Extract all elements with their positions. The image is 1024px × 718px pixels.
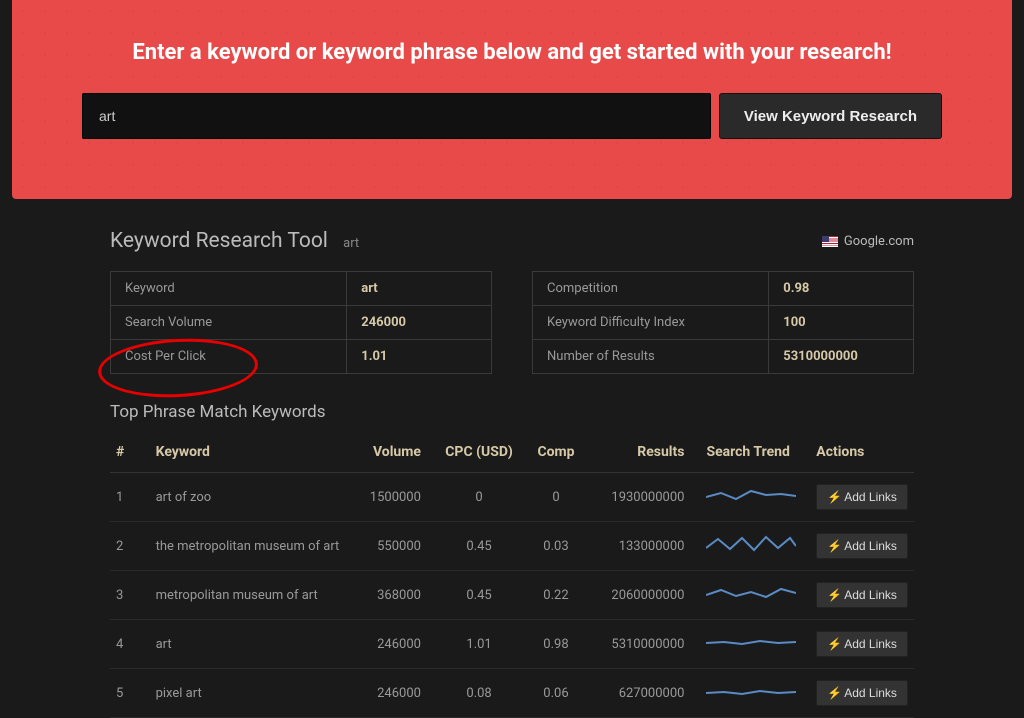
tool-title-keyword: art — [343, 236, 359, 251]
stats-left-table: Keyword art Search Volume 246000 Cost Pe… — [110, 271, 492, 374]
hero-panel: Enter a keyword or keyword phrase below … — [12, 0, 1012, 199]
cell-volume: 1500000 — [357, 473, 437, 522]
bolt-icon: ⚡ — [827, 686, 842, 700]
tool-title-text: Keyword Research Tool — [110, 229, 328, 253]
stat-label-volume: Search Volume — [111, 306, 347, 340]
col-header-cpc: CPC (USD) — [437, 436, 521, 473]
cell-cpc: 0 — [437, 473, 521, 522]
content-area: Keyword Research Tool art Google.com Key… — [0, 199, 1024, 718]
cell-comp: 0.22 — [521, 571, 591, 620]
cell-cpc: 1.01 — [437, 620, 521, 669]
add-links-button[interactable]: ⚡Add Links — [816, 680, 908, 706]
cell-comp: 0.98 — [521, 620, 591, 669]
cell-cpc: 0.08 — [437, 669, 521, 718]
cell-keyword[interactable]: art of zoo — [150, 473, 357, 522]
bolt-icon: ⚡ — [827, 539, 842, 553]
phrase-section-title: Top Phrase Match Keywords — [110, 402, 914, 422]
cell-actions: ⚡Add Links — [810, 473, 914, 522]
cell-actions: ⚡Add Links — [810, 571, 914, 620]
cell-keyword[interactable]: pixel art — [150, 669, 357, 718]
stat-label-competition: Competition — [533, 272, 769, 306]
cell-results: 5310000000 — [591, 620, 701, 669]
search-row: View Keyword Research — [82, 93, 942, 139]
cell-cpc: 0.45 — [437, 522, 521, 571]
cell-keyword[interactable]: metropolitan museum of art — [150, 571, 357, 620]
stat-label-results: Number of Results — [533, 340, 769, 374]
cell-index: 1 — [110, 473, 150, 522]
search-engine-label: Google.com — [822, 234, 914, 249]
col-header-index: # — [110, 436, 150, 473]
cell-comp: 0.03 — [521, 522, 591, 571]
stat-value-cpc: 1.01 — [347, 340, 492, 374]
sparkline-icon — [706, 484, 796, 506]
cell-results: 627000000 — [591, 669, 701, 718]
add-links-button[interactable]: ⚡Add Links — [816, 631, 908, 657]
sparkline-icon — [706, 680, 796, 702]
keyword-input[interactable] — [82, 93, 711, 139]
cell-trend — [700, 669, 810, 718]
stats-row: Keyword art Search Volume 246000 Cost Pe… — [110, 271, 914, 374]
cell-results: 133000000 — [591, 522, 701, 571]
stat-value-volume: 246000 — [347, 306, 492, 340]
us-flag-icon — [822, 236, 838, 247]
bolt-icon: ⚡ — [827, 637, 842, 651]
col-header-actions: Actions — [810, 436, 914, 473]
cell-trend — [700, 522, 810, 571]
phrase-keywords-table: # Keyword Volume CPC (USD) Comp Results … — [110, 436, 914, 718]
cell-results: 1930000000 — [591, 473, 701, 522]
stat-value-keyword: art — [347, 272, 492, 306]
cell-volume: 368000 — [357, 571, 437, 620]
add-links-button[interactable]: ⚡Add Links — [816, 582, 908, 608]
table-row: 4art2460001.010.985310000000 ⚡Add Links — [110, 620, 914, 669]
cell-index: 2 — [110, 522, 150, 571]
add-links-button[interactable]: ⚡Add Links — [816, 533, 908, 559]
cell-comp: 0.06 — [521, 669, 591, 718]
cell-index: 3 — [110, 571, 150, 620]
bolt-icon: ⚡ — [827, 490, 842, 504]
cell-keyword[interactable]: the metropolitan museum of art — [150, 522, 357, 571]
stat-value-results: 5310000000 — [769, 340, 914, 374]
hero-title: Enter a keyword or keyword phrase below … — [82, 40, 942, 65]
cell-trend — [700, 620, 810, 669]
view-research-button[interactable]: View Keyword Research — [719, 93, 942, 139]
table-row: 2the metropolitan museum of art5500000.4… — [110, 522, 914, 571]
table-row: 5pixel art2460000.080.06627000000 ⚡Add Li… — [110, 669, 914, 718]
col-header-volume: Volume — [357, 436, 437, 473]
sparkline-icon — [706, 582, 796, 604]
cell-volume: 246000 — [357, 669, 437, 718]
title-row: Keyword Research Tool art Google.com — [110, 229, 914, 253]
table-row: 3metropolitan museum of art3680000.450.2… — [110, 571, 914, 620]
cell-actions: ⚡Add Links — [810, 620, 914, 669]
cell-keyword[interactable]: art — [150, 620, 357, 669]
col-header-keyword: Keyword — [150, 436, 357, 473]
col-header-results: Results — [591, 436, 701, 473]
stat-value-difficulty: 100 — [769, 306, 914, 340]
cell-index: 4 — [110, 620, 150, 669]
engine-text: Google.com — [844, 234, 914, 249]
tool-title: Keyword Research Tool art — [110, 229, 359, 253]
table-row: 1art of zoo1500000001930000000⚡Add Links — [110, 473, 914, 522]
cell-actions: ⚡Add Links — [810, 669, 914, 718]
cell-volume: 246000 — [357, 620, 437, 669]
add-links-button[interactable]: ⚡Add Links — [816, 484, 908, 510]
stats-right-table: Competition 0.98 Keyword Difficulty Inde… — [532, 271, 914, 374]
col-header-comp: Comp — [521, 436, 591, 473]
cell-volume: 550000 — [357, 522, 437, 571]
bolt-icon: ⚡ — [827, 588, 842, 602]
col-header-trend: Search Trend — [700, 436, 810, 473]
cell-trend — [700, 571, 810, 620]
cell-cpc: 0.45 — [437, 571, 521, 620]
cell-actions: ⚡Add Links — [810, 522, 914, 571]
cell-index: 5 — [110, 669, 150, 718]
stat-label-difficulty: Keyword Difficulty Index — [533, 306, 769, 340]
sparkline-icon — [706, 533, 796, 555]
cell-comp: 0 — [521, 473, 591, 522]
cell-trend — [700, 473, 810, 522]
sparkline-icon — [706, 631, 796, 653]
cell-results: 2060000000 — [591, 571, 701, 620]
stat-label-cpc: Cost Per Click — [111, 340, 347, 374]
stat-label-keyword: Keyword — [111, 272, 347, 306]
stat-value-competition: 0.98 — [769, 272, 914, 306]
